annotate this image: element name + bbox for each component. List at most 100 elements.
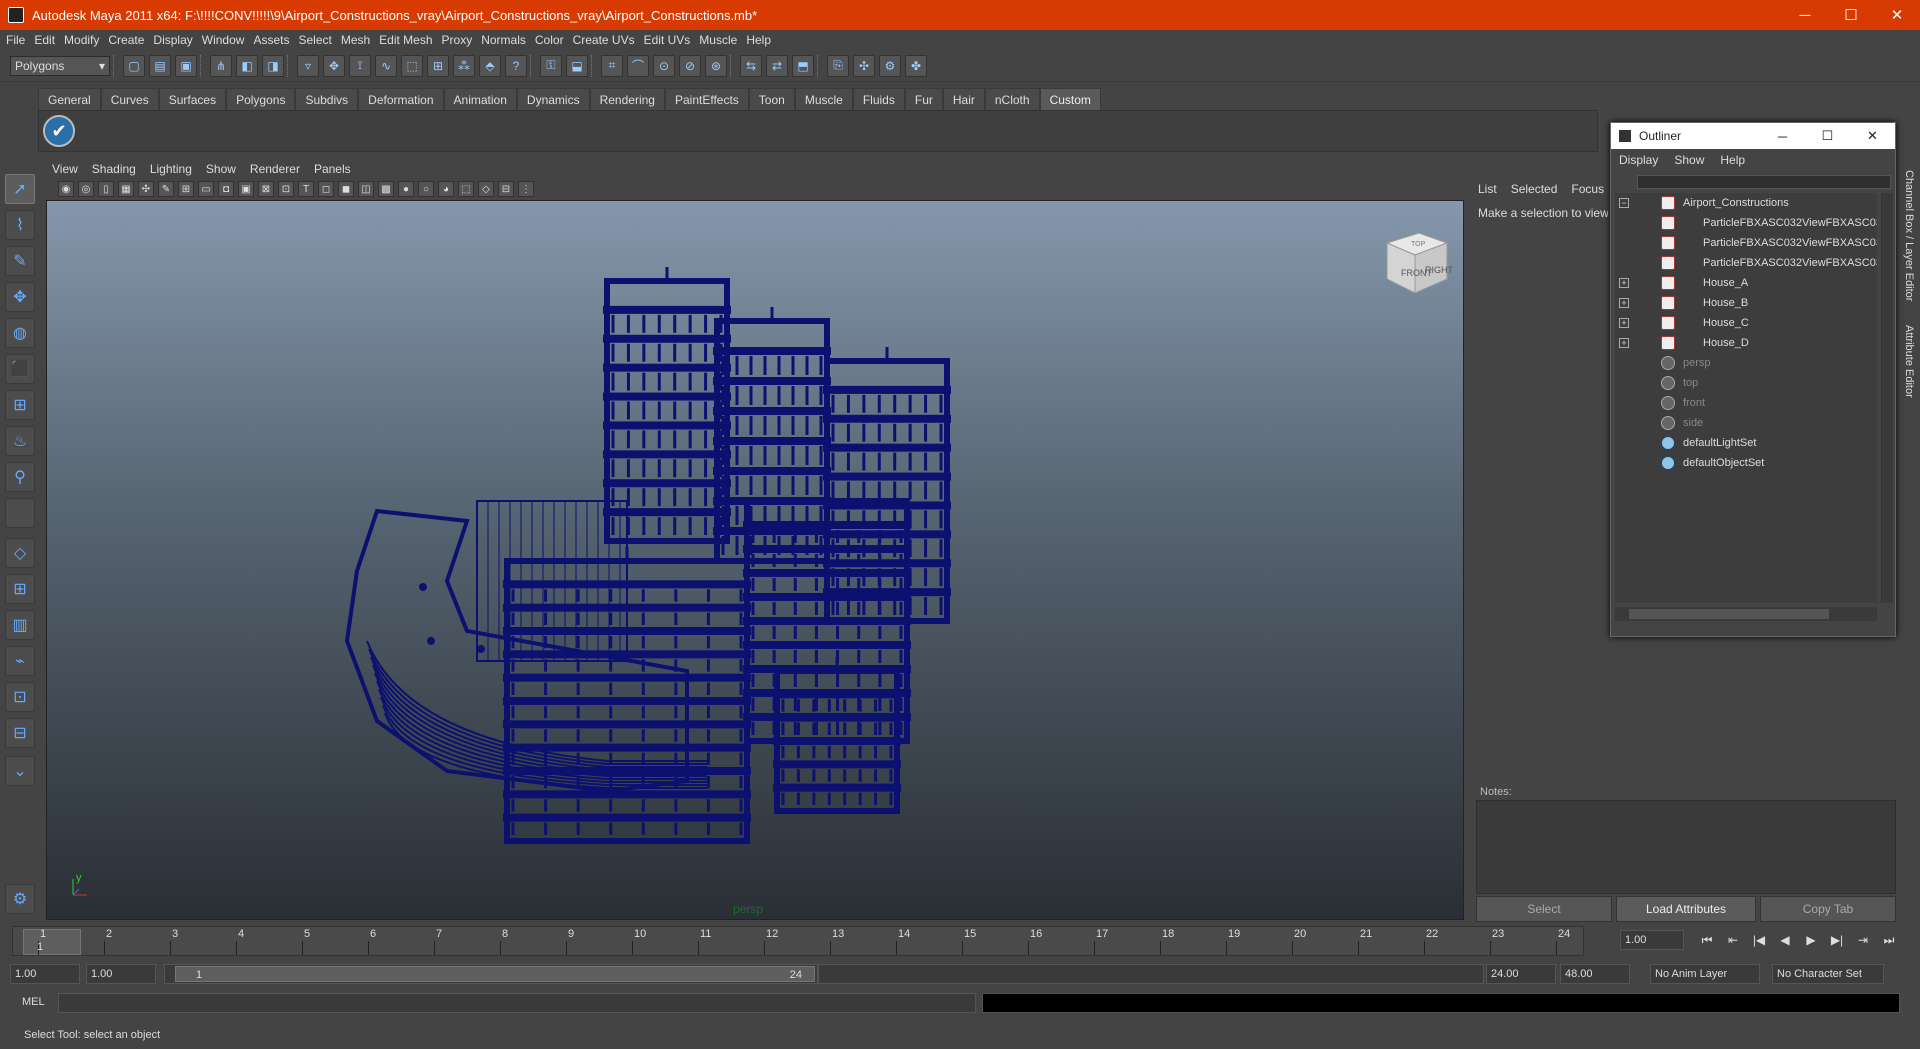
- menu-edit-mesh[interactable]: Edit Mesh: [379, 33, 441, 47]
- use-all-lights-icon[interactable]: ●: [398, 181, 414, 197]
- current-time-field[interactable]: 1.00: [1620, 930, 1684, 950]
- outliner-item[interactable]: + House_D: [1615, 333, 1877, 353]
- snap-point-icon[interactable]: ⊙: [653, 54, 675, 77]
- xray-joints-icon[interactable]: ⊟: [498, 181, 514, 197]
- ipr-render-icon[interactable]: ✣: [853, 54, 875, 77]
- scrollbar-thumb[interactable]: [1629, 609, 1829, 619]
- go-to-start-button[interactable]: ⏮: [1694, 930, 1720, 950]
- grid-icon[interactable]: ⊞: [178, 181, 194, 197]
- safe-action-icon[interactable]: ⊡: [278, 181, 294, 197]
- mode-selector[interactable]: Polygons ▾: [10, 55, 110, 76]
- outliner-maximize-button[interactable]: ☐: [1805, 128, 1850, 144]
- select-misc-icon[interactable]: ?: [505, 54, 527, 77]
- hypershade-persp-layout-icon[interactable]: ⊡: [5, 682, 35, 712]
- construction-history-icon[interactable]: ⇄: [766, 54, 788, 77]
- outliner-item[interactable]: defaultLightSet: [1615, 433, 1877, 453]
- menu-create-uvs[interactable]: Create UVs: [573, 33, 644, 47]
- shelf-tab-muscle[interactable]: Muscle: [794, 88, 853, 110]
- current-frame-marker[interactable]: [23, 929, 81, 955]
- collapse-icon[interactable]: −: [1619, 198, 1629, 208]
- outliner-item[interactable]: ParticleFBXASC032ViewFBXASC032: [1615, 233, 1877, 253]
- persp-graph-hypergraph-layout-icon[interactable]: ⊟: [5, 718, 35, 748]
- render-view-icon[interactable]: ⎘: [827, 54, 849, 77]
- range-slider-handle[interactable]: 1 24: [175, 966, 815, 982]
- xray-icon[interactable]: ◇: [478, 181, 494, 197]
- expand-icon[interactable]: +: [1619, 278, 1629, 288]
- new-scene-icon[interactable]: ▢: [123, 54, 145, 77]
- outliner-menu-help[interactable]: Help: [1720, 153, 1745, 167]
- soft-modification-tool-icon[interactable]: ♨: [5, 426, 35, 456]
- notes-field[interactable]: [1476, 800, 1896, 894]
- shelf-tab-fur[interactable]: Fur: [904, 88, 943, 110]
- select-tool-icon[interactable]: ➚: [5, 174, 35, 204]
- menu-muscle[interactable]: Muscle: [699, 33, 746, 47]
- scale-tool-icon[interactable]: ⬛: [5, 354, 35, 384]
- camera-attributes-icon[interactable]: ◎: [78, 181, 94, 197]
- outliner-item[interactable]: side: [1615, 413, 1877, 433]
- panel-menu-view[interactable]: View: [46, 162, 86, 176]
- snap-view-plane-icon[interactable]: ⊘: [679, 54, 701, 77]
- load-attributes-button[interactable]: Load Attributes: [1616, 896, 1756, 922]
- shelf-tab-toon[interactable]: Toon: [748, 88, 795, 110]
- two-d-pan-zoom-icon[interactable]: ✣: [138, 181, 154, 197]
- menu-edit-uvs[interactable]: Edit UVs: [644, 33, 700, 47]
- outliner-minimize-button[interactable]: ─: [1760, 129, 1805, 144]
- select-object-icon[interactable]: ◧: [236, 54, 258, 77]
- history-icon[interactable]: ⇆: [740, 54, 762, 77]
- make-live-icon[interactable]: ⊛: [705, 54, 727, 77]
- lock-selection-icon[interactable]: ⚿: [540, 54, 562, 77]
- outliner-item[interactable]: + House_B: [1615, 293, 1877, 313]
- menu-proxy[interactable]: Proxy: [442, 33, 482, 47]
- attr-menu-selected[interactable]: Selected: [1511, 182, 1558, 196]
- save-scene-icon[interactable]: ▣: [175, 54, 197, 77]
- go-to-end-button[interactable]: ⏭: [1876, 930, 1902, 950]
- panel-menu-shading[interactable]: Shading: [86, 162, 144, 176]
- close-button[interactable]: ✕: [1874, 0, 1920, 30]
- gate-mask-icon[interactable]: ▣: [238, 181, 254, 197]
- outliner-item[interactable]: ParticleFBXASC032ViewFBXASC032: [1615, 213, 1877, 233]
- step-back-frame-button[interactable]: |◀: [1746, 930, 1772, 950]
- expand-icon[interactable]: +: [1619, 338, 1629, 348]
- attr-menu-focus[interactable]: Focus: [1571, 182, 1604, 196]
- smooth-shade-icon[interactable]: ◼: [338, 181, 354, 197]
- animation-start-field[interactable]: 1.00: [10, 964, 80, 984]
- select-rendering-icon[interactable]: ⬘: [479, 54, 501, 77]
- high-quality-icon[interactable]: ◕: [438, 181, 454, 197]
- move-tool-icon[interactable]: ✥: [5, 282, 35, 312]
- select-button[interactable]: Select: [1476, 896, 1612, 922]
- menu-normals[interactable]: Normals: [481, 33, 535, 47]
- shelf-tab-hair[interactable]: Hair: [942, 88, 985, 110]
- menu-window[interactable]: Window: [202, 33, 254, 47]
- tab-attribute-editor[interactable]: Attribute Editor: [1903, 325, 1915, 398]
- anim-layer-selector[interactable]: No Anim Layer: [1650, 964, 1760, 984]
- mask-icon[interactable]: ▿: [297, 54, 319, 77]
- panel-menu-show[interactable]: Show: [200, 162, 244, 176]
- paint-select-tool-icon[interactable]: ✎: [5, 246, 35, 276]
- panel-menu-renderer[interactable]: Renderer: [244, 162, 308, 176]
- render-settings-icon[interactable]: ⚙: [879, 54, 901, 77]
- minimize-button[interactable]: ─: [1782, 0, 1828, 30]
- render-current-frame-icon[interactable]: ⬒: [792, 54, 814, 77]
- last-tool-icon[interactable]: [5, 498, 35, 528]
- character-set-selector[interactable]: No Character Set: [1772, 964, 1884, 984]
- expand-icon[interactable]: +: [1619, 298, 1629, 308]
- panel-menu-panels[interactable]: Panels: [308, 162, 359, 176]
- animation-end-field[interactable]: 48.00: [1560, 964, 1630, 984]
- attr-menu-list[interactable]: List: [1478, 182, 1497, 196]
- wireframe-icon[interactable]: ◻: [318, 181, 334, 197]
- universal-manipulator-icon[interactable]: ⊞: [5, 390, 35, 420]
- menu-display[interactable]: Display: [153, 33, 201, 47]
- tab-channel-box[interactable]: Channel Box / Layer Editor: [1903, 170, 1915, 301]
- shelf-tab-surfaces[interactable]: Surfaces: [158, 88, 227, 110]
- bookmark-icon[interactable]: ▯: [98, 181, 114, 197]
- copy-tab-button[interactable]: Copy Tab: [1760, 896, 1896, 922]
- persp-graph-layout-icon[interactable]: ⌁: [5, 646, 35, 676]
- open-scene-icon[interactable]: ▤: [149, 54, 171, 77]
- play-forwards-button[interactable]: ▶: [1798, 930, 1824, 950]
- viewcube[interactable]: FRONT RIGHT TOP: [1375, 221, 1455, 301]
- select-deformations-icon[interactable]: ⊞: [427, 54, 449, 77]
- shelf-tab-ncloth[interactable]: nCloth: [984, 88, 1040, 110]
- select-curves-icon[interactable]: ∿: [375, 54, 397, 77]
- rotate-tool-icon[interactable]: ◍: [5, 318, 35, 348]
- show-manipulator-icon[interactable]: ⚲: [5, 462, 35, 492]
